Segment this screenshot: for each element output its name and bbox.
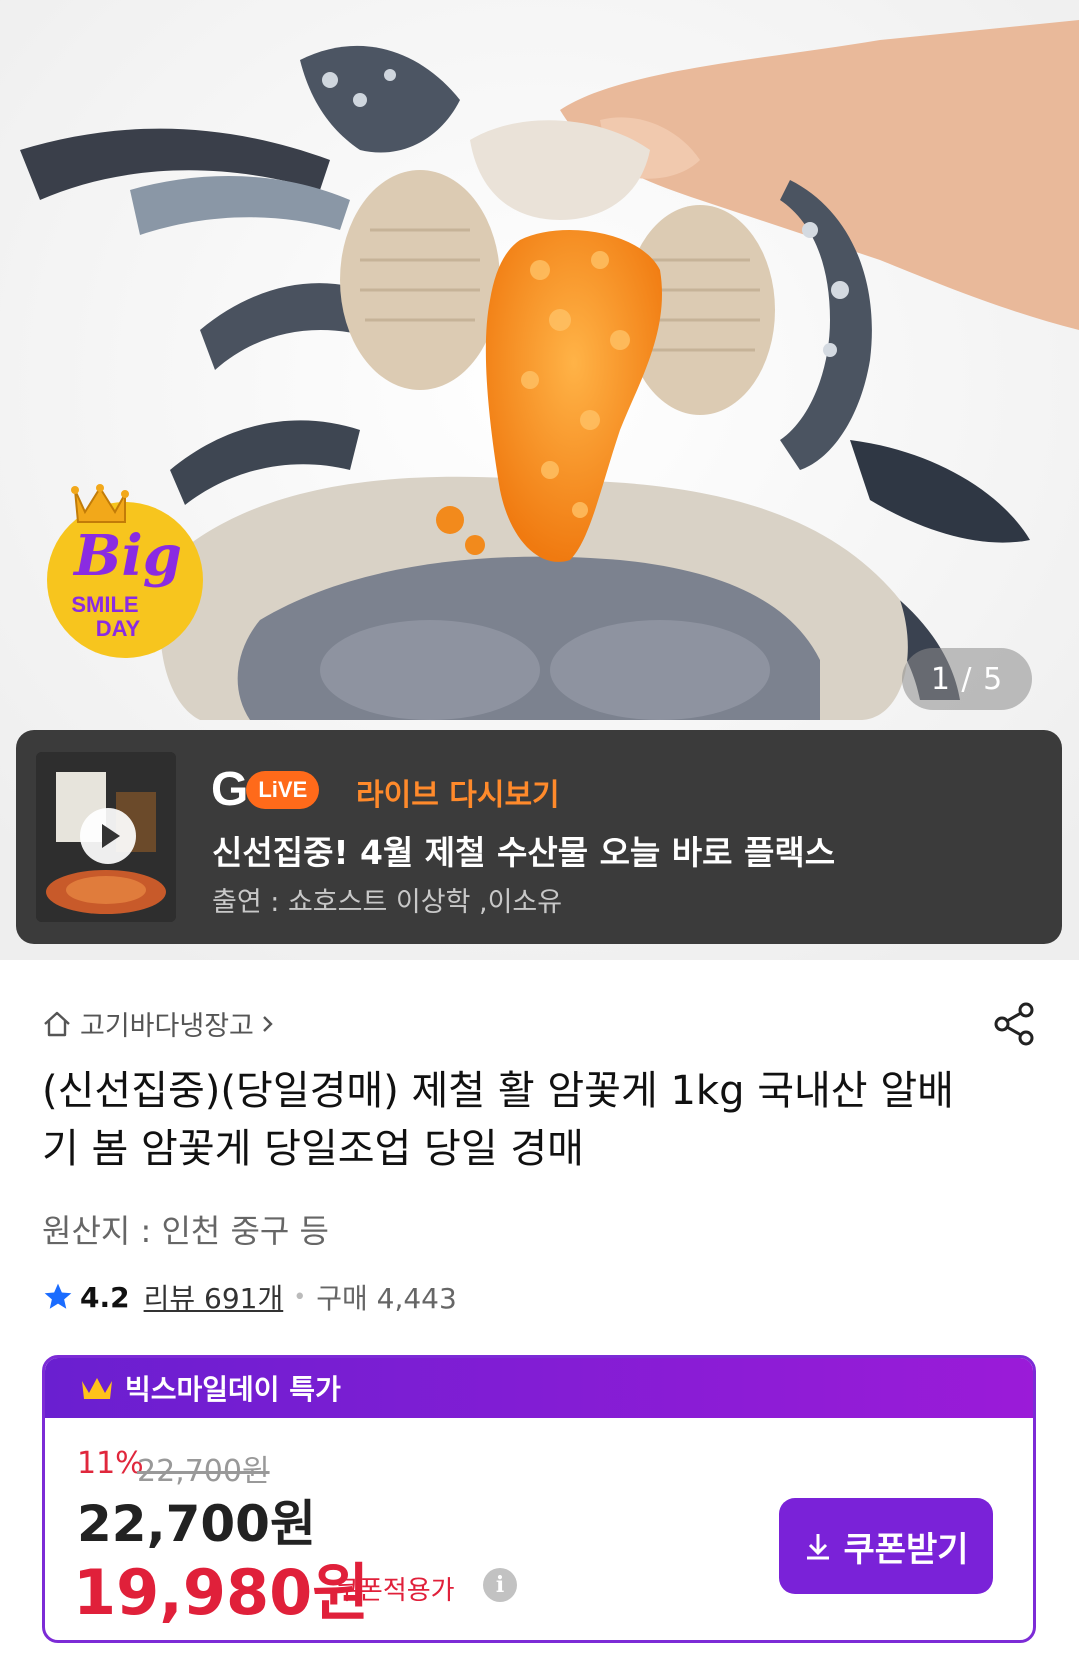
download-icon xyxy=(807,1534,830,1560)
get-coupon-button[interactable]: 쿠폰받기 xyxy=(779,1498,993,1594)
rating-score: 4.2 xyxy=(80,1280,130,1314)
product-origin: 원산지 : 인천 중구 등 xyxy=(42,1212,329,1250)
live-cast: 출연 : 쇼호스트 이상학 ,이소유 xyxy=(212,887,563,918)
sale-price: 19,980원 xyxy=(73,1556,370,1629)
live-replay-card[interactable]: G LiVE 라이브 다시보기 신선집중! 4월 제철 수산물 오늘 바로 플랙… xyxy=(16,730,1062,944)
product-image-gallery[interactable]: Big SMILE DAY 1 / 5 G LiVE 라이브 다시보기 신선집중… xyxy=(0,0,1079,960)
live-thumbnail[interactable] xyxy=(36,752,176,922)
info-icon[interactable]: i xyxy=(483,1568,517,1602)
home-icon xyxy=(44,1011,70,1036)
big-smile-day-badge: Big SMILE DAY xyxy=(30,470,220,660)
badge-line2: DAY xyxy=(96,616,141,641)
live-pill: LiVE xyxy=(246,771,320,809)
special-deal-box: 빅스마일데이 특가 11% 22,700원 22,700원 19,980원 쿠폰… xyxy=(42,1355,1036,1643)
purchase-count: 구매 4,443 xyxy=(316,1282,457,1315)
badge-big-text: Big xyxy=(72,523,182,589)
deal-header-label: 빅스마일데이 특가 xyxy=(125,1373,341,1406)
g-live-logo: G LiVE xyxy=(211,763,320,816)
gallery-counter: 1 / 5 xyxy=(902,648,1032,710)
review-link[interactable]: 리뷰 691개 xyxy=(144,1277,284,1317)
product-title: (신선집중)(당일경매) 제철 활 암꽃게 1kg 국내산 알배기 봄 암꽃게 … xyxy=(42,1068,954,1172)
deal-header: 빅스마일데이 특가 xyxy=(45,1358,1033,1418)
crown-icon xyxy=(82,1378,112,1399)
chevron-right-icon xyxy=(263,1015,273,1032)
rating-row: 4.2 리뷰 691개 • 구매 4,443 xyxy=(42,1277,457,1317)
separator-dot: • xyxy=(293,1284,307,1310)
big-smile-day-logo: Big SMILE DAY xyxy=(47,484,203,658)
share-icon xyxy=(994,1002,1034,1046)
badge-line1: SMILE xyxy=(71,592,138,617)
crown-icon xyxy=(71,484,129,523)
g-logo-letter: G xyxy=(211,763,249,816)
play-icon[interactable] xyxy=(80,808,136,864)
get-coupon-label: 쿠폰받기 xyxy=(843,1529,969,1570)
discount-rate: 11% xyxy=(77,1446,144,1481)
star-icon xyxy=(44,1283,72,1309)
coupon-price-label: 쿠폰적용가 xyxy=(335,1576,455,1606)
seller-name: 고기바다냉장고 xyxy=(80,1011,254,1042)
live-title[interactable]: 신선집중! 4월 제철 수산물 오늘 바로 플랙스 xyxy=(212,826,835,874)
share-button[interactable] xyxy=(990,1000,1038,1052)
seller-breadcrumb[interactable]: 고기바다냉장고 xyxy=(42,1004,286,1043)
live-replay-label[interactable]: 라이브 다시보기 xyxy=(356,770,560,814)
